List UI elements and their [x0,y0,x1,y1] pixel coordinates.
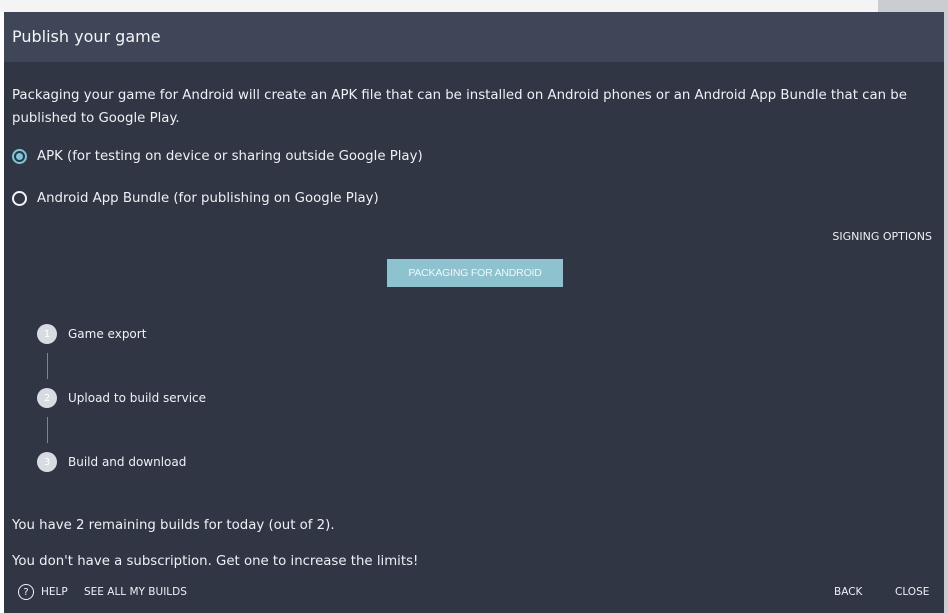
subscription-notice: You don't have a subscription. Get one t… [12,554,419,569]
step-connector-line [47,417,48,443]
background-page-strip [0,0,948,12]
help-icon[interactable]: ? [18,584,34,600]
app-bundle-radio-button[interactable] [12,191,27,206]
step-label: Build and download [68,455,187,469]
see-all-builds-button[interactable]: SEE ALL MY BUILDS [84,586,187,598]
step-number-badge: 1 [37,324,57,344]
dialog-title-bar: Publish your game [4,12,944,62]
close-button[interactable]: CLOSE [895,586,929,598]
help-button[interactable]: ? HELP [18,584,68,600]
packaging-for-android-button[interactable]: PACKAGING FOR ANDROID [387,259,563,287]
radio-selected-dot [16,153,23,160]
dialog-description: Packaging your game for Android will cre… [12,88,907,126]
step-build-and-download: 3 Build and download [37,452,186,472]
remaining-builds-text: You have 2 remaining builds for today (o… [12,518,335,533]
step-upload-build-service: 2 Upload to build service [37,388,206,408]
apk-option[interactable]: APK (for testing on device or sharing ou… [12,149,423,164]
step-game-export: 1 Game export [37,324,146,344]
step-connector-line [47,353,48,379]
publish-dialog: Publish your game Packaging your game fo… [4,12,944,613]
step-label: Upload to build service [68,391,207,405]
dialog-title: Publish your game [12,27,161,46]
help-label[interactable]: HELP [41,586,68,598]
signing-options-button[interactable]: SIGNING OPTIONS [832,230,932,243]
apk-option-label: APK (for testing on device or sharing ou… [37,149,423,164]
step-number-badge: 3 [37,452,57,472]
app-bundle-option-label: Android App Bundle (for publishing on Go… [37,191,379,206]
step-number-badge: 2 [37,388,57,408]
step-label: Game export [68,327,147,341]
app-bundle-option[interactable]: Android App Bundle (for publishing on Go… [12,191,379,206]
apk-radio-button[interactable] [12,149,27,164]
screenshot-stage: Publish your game Packaging your game fo… [0,0,948,613]
back-button[interactable]: BACK [834,586,862,598]
